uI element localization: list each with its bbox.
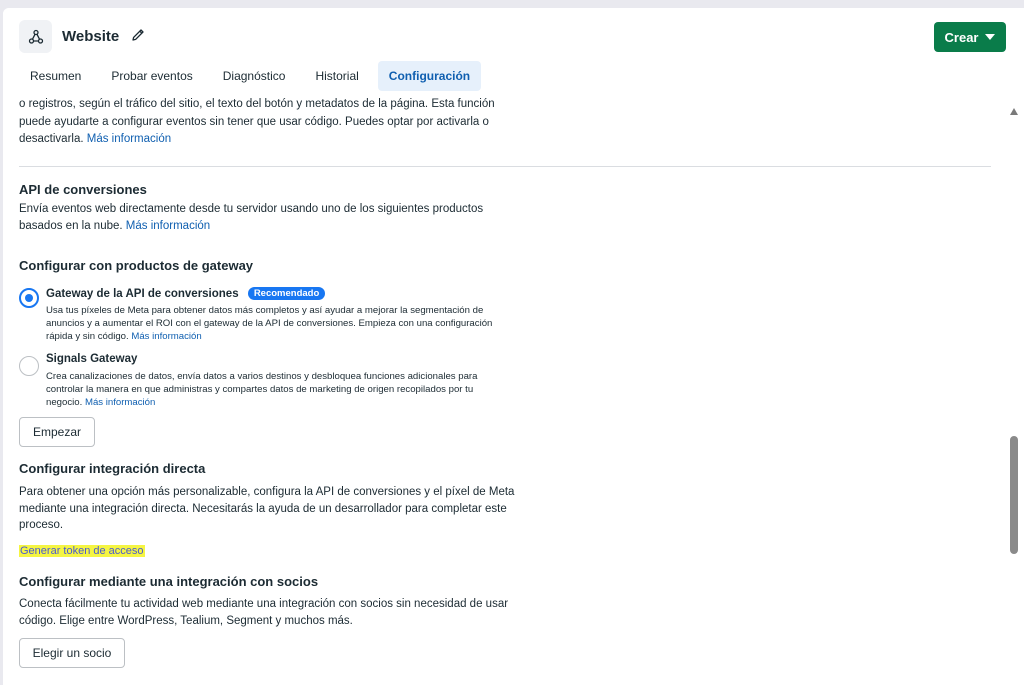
option-desc-text: negocio. bbox=[46, 397, 83, 408]
direct-desc-line1: Para obtener una opción más personalizab… bbox=[19, 486, 515, 498]
gateway-heading: Configurar con productos de gateway bbox=[19, 258, 254, 273]
capi-more-info-link[interactable]: Más información bbox=[126, 220, 210, 232]
intro-text-line3: desactivarla. Más información bbox=[19, 131, 171, 148]
option-capi-gateway-title: Gateway de la API de conversiones Recome… bbox=[46, 287, 326, 300]
create-button[interactable]: Crear bbox=[934, 22, 1006, 52]
partner-desc-line1: Conecta fácilmente tu actividad web medi… bbox=[19, 598, 509, 610]
divider bbox=[19, 166, 991, 167]
radio-capi-gateway[interactable] bbox=[19, 288, 39, 308]
capi-desc-line2: basados en la nube. Más información bbox=[19, 218, 210, 235]
option-desc-line: controlar la manera en que administras y… bbox=[46, 384, 474, 395]
option-capi-more-info-link[interactable]: Más información bbox=[131, 331, 201, 342]
option-signals-more-info-link[interactable]: Más información bbox=[85, 397, 155, 408]
choose-partner-button[interactable]: Elegir un socio bbox=[19, 638, 125, 668]
tab-probar-eventos[interactable]: Probar eventos bbox=[100, 61, 203, 91]
tab-bar: Resumen Probar eventos Diagnóstico Histo… bbox=[19, 61, 489, 91]
direct-desc-line3: proceso. bbox=[19, 519, 64, 531]
intro-text-line2: puede ayudarte a configurar eventos sin … bbox=[19, 116, 489, 128]
tab-configuracion[interactable]: Configuración bbox=[377, 61, 482, 91]
page-frame: Website Crear Resumen Probar eventos Dia… bbox=[3, 8, 1024, 685]
capi-desc: basados en la nube. bbox=[19, 220, 123, 232]
partner-heading: Configurar mediante una integración con … bbox=[19, 574, 319, 589]
radio-signals-gateway[interactable] bbox=[19, 356, 39, 376]
option-signals-gateway-title: Signals Gateway bbox=[46, 353, 138, 365]
intro-text-line1: o registros, según el tráfico del sitio,… bbox=[19, 98, 495, 110]
tab-diagnostico[interactable]: Diagnóstico bbox=[212, 61, 297, 91]
recommended-badge: Recomendado bbox=[247, 287, 326, 300]
tab-historial[interactable]: Historial bbox=[304, 61, 369, 91]
option-desc-line: rápida y sin código. Más información bbox=[46, 330, 516, 343]
direct-desc-line2: mediante una integración directa. Necesi… bbox=[19, 503, 507, 515]
caret-down-icon bbox=[985, 34, 996, 40]
generate-token-link-row: Generar token de acceso bbox=[19, 543, 145, 560]
start-button[interactable]: Empezar bbox=[19, 417, 95, 447]
pencil-icon[interactable] bbox=[130, 27, 146, 43]
option-title: Gateway de la API de conversiones bbox=[46, 288, 239, 300]
intro-more-info-link[interactable]: Más información bbox=[87, 133, 171, 145]
scrollbar[interactable] bbox=[1008, 104, 1020, 684]
option-desc-line: negocio. Más información bbox=[46, 396, 516, 409]
network-icon bbox=[19, 20, 52, 53]
option-desc-text: rápida y sin código. bbox=[46, 331, 129, 342]
main-content: o registros, según el tráfico del sitio,… bbox=[3, 94, 1008, 685]
tab-resumen[interactable]: Resumen bbox=[19, 61, 92, 91]
page-title: Website bbox=[62, 28, 120, 45]
header: Website Crear Resumen Probar eventos Dia… bbox=[3, 8, 1024, 94]
direct-heading: Configurar integración directa bbox=[19, 461, 206, 476]
option-signals-gateway-desc: Crea canalizaciones de datos, envía dato… bbox=[46, 370, 516, 409]
create-button-label: Crear bbox=[944, 29, 979, 45]
scroll-up-icon[interactable] bbox=[1010, 108, 1018, 115]
option-desc-line: Usa tus píxeles de Meta para obtener dat… bbox=[46, 305, 484, 316]
scroll-thumb[interactable] bbox=[1010, 436, 1018, 554]
capi-desc-line1: Envía eventos web directamente desde tu … bbox=[19, 203, 484, 215]
generate-token-link[interactable]: Generar token de acceso bbox=[19, 545, 145, 557]
intro-text: desactivarla. bbox=[19, 133, 84, 145]
option-desc-line: Crea canalizaciones de datos, envía dato… bbox=[46, 371, 478, 382]
option-capi-gateway-desc: Usa tus píxeles de Meta para obtener dat… bbox=[46, 304, 516, 343]
capi-heading: API de conversiones bbox=[19, 182, 147, 197]
option-desc-line: anuncios y a aumentar el ROI con el gate… bbox=[46, 318, 493, 329]
partner-desc-line2: código. Elige entre WordPress, Tealium, … bbox=[19, 615, 353, 627]
